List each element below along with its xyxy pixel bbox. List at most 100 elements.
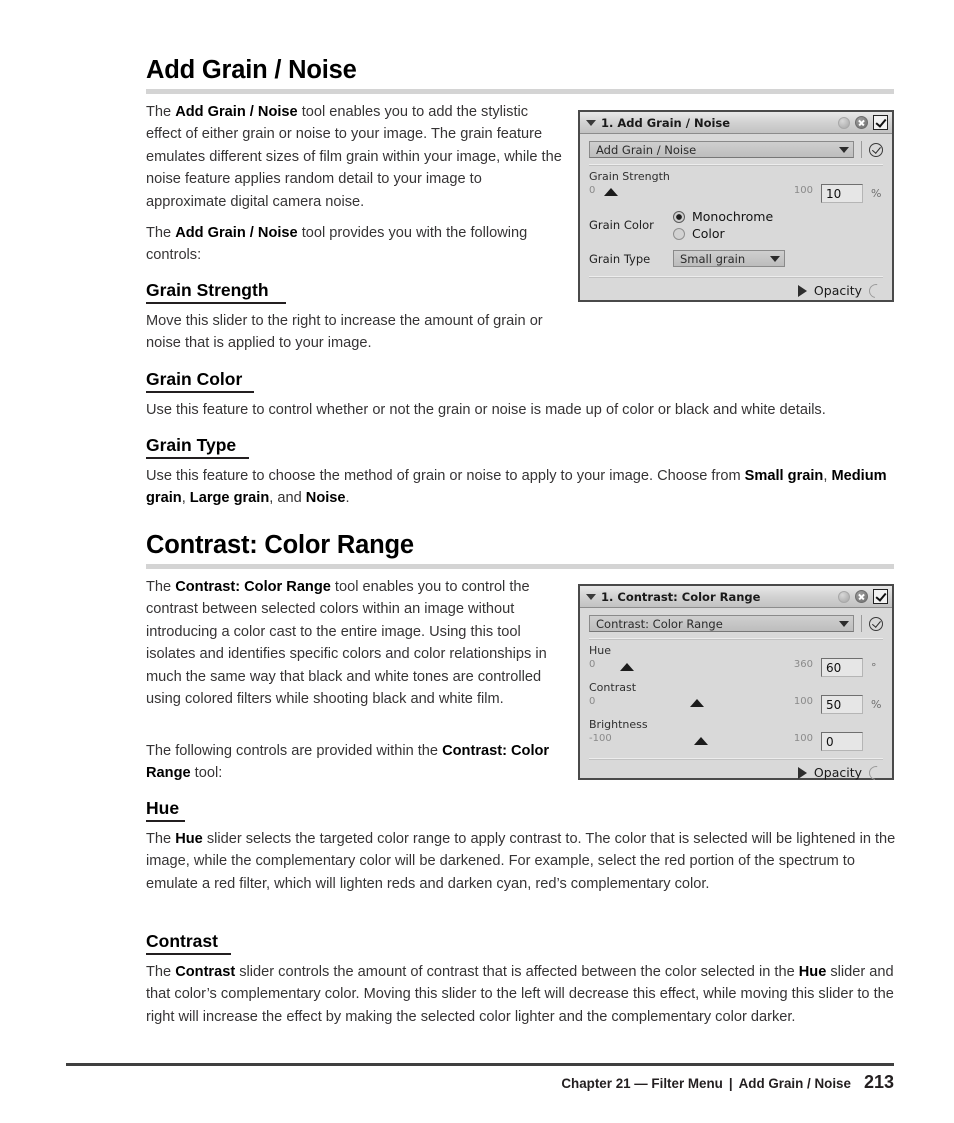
filter-dropdown-value: Contrast: Color Range <box>596 616 723 631</box>
footer-rule <box>66 1063 894 1066</box>
collapse-triangle-icon[interactable] <box>586 593 596 600</box>
grain-type-row: Grain Type Small grain <box>589 250 883 267</box>
grain-color-body: Use this feature to control whether or n… <box>146 402 826 418</box>
panel-header-icons <box>838 115 888 130</box>
grain-strength-label: Grain Strength <box>589 170 670 183</box>
grain-type-value: Small grain <box>680 251 746 266</box>
radio-button-monochrome[interactable] <box>673 210 685 223</box>
divider <box>589 638 883 640</box>
document-page: Add Grain / Noise The Add Grain / Noise … <box>0 0 954 1123</box>
heading-contrast-rule <box>146 953 231 955</box>
filter-dropdown[interactable]: Contrast: Color Range <box>589 615 854 632</box>
divider <box>861 141 862 158</box>
chevron-down-icon <box>770 255 780 262</box>
footer-topic: Add Grain / Noise <box>738 1076 851 1091</box>
grain-intro-paragraph-1: The Add Grain / Noise tool enables you t… <box>146 104 562 210</box>
heading-hue: Hue <box>146 798 180 818</box>
panel-header[interactable]: 1. Add Grain / Noise <box>580 112 892 134</box>
radio-button-color[interactable] <box>673 227 685 240</box>
slider-thumb[interactable] <box>604 188 619 196</box>
filter-selector-row: Contrast: Color Range <box>589 615 883 632</box>
slider-max: 100 <box>793 696 813 707</box>
page-title: Add Grain / Noise <box>146 56 357 84</box>
contrast-slider[interactable]: 0 100 <box>589 695 813 707</box>
grain-strength-unit: % <box>871 187 882 200</box>
heading-contrast: Contrast <box>146 931 218 951</box>
divider <box>589 276 883 278</box>
radio-label-color: Color <box>692 226 725 241</box>
grain-type-dropdown[interactable]: Small grain <box>673 250 785 267</box>
enable-checkbox[interactable] <box>873 589 888 604</box>
contrast-color-range-panel[interactable]: 1. Contrast: Color Range Contrast: Color… <box>578 584 894 783</box>
brightness-slider[interactable]: -100 100 <box>589 732 813 745</box>
radio-option-monochrome[interactable]: Monochrome <box>673 209 773 224</box>
heading-grain-strength: Grain Strength <box>146 280 269 300</box>
delete-icon[interactable] <box>855 590 868 603</box>
expand-triangle-icon[interactable] <box>797 766 807 779</box>
contrast-intro-paragraph-1: The Contrast: Color Range tool enables y… <box>146 579 547 708</box>
slider-ticks: 0 100 <box>589 185 813 196</box>
page-footer: Chapter 21 — Filter Menu | Add Grain / N… <box>561 1072 894 1093</box>
apply-check-icon[interactable] <box>869 616 883 631</box>
hue-slider-block: Hue 0 360 60 ° <box>589 644 883 677</box>
disabled-circle-icon[interactable] <box>838 590 850 603</box>
heading-contrast-color-range: Contrast: Color Range <box>146 531 414 559</box>
enable-checkbox[interactable] <box>873 115 888 130</box>
grain-intro-paragraph-2: The Add Grain / Noise tool provides you … <box>146 225 528 264</box>
hue-slider[interactable]: 0 360 <box>589 658 813 671</box>
grain-strength-input[interactable]: 10 <box>821 184 863 203</box>
expand-triangle-icon[interactable] <box>797 284 807 297</box>
disabled-circle-icon[interactable] <box>838 116 850 129</box>
chevron-down-icon <box>839 146 849 153</box>
contrast-intro-paragraph-2: The following controls are provided with… <box>146 743 550 782</box>
opacity-label: Opacity <box>813 765 862 780</box>
slider-thumb[interactable] <box>620 663 635 671</box>
grain-type-label: Grain Type <box>589 251 651 266</box>
contrast-title-rule <box>146 564 894 569</box>
opacity-label: Opacity <box>813 283 862 298</box>
grain-color-options: Monochrome Color <box>673 209 773 241</box>
heading-grain-color-rule <box>146 391 254 393</box>
apply-check-icon[interactable] <box>869 142 883 157</box>
brightness-input[interactable]: 0 <box>821 732 863 751</box>
heading-hue-rule <box>146 820 185 822</box>
page-number: 213 <box>863 1072 894 1092</box>
slider-thumb[interactable] <box>689 699 704 707</box>
slider-min: -100 <box>589 733 612 744</box>
slider-min: 0 <box>589 185 596 196</box>
heading-grain-strength-rule <box>146 302 286 304</box>
brightness-slider-block: Brightness -100 100 0 <box>589 718 883 751</box>
contrast-input[interactable]: 50 <box>821 695 863 714</box>
slider-thumb[interactable] <box>694 737 708 745</box>
collapse-triangle-icon[interactable] <box>586 119 596 126</box>
grain-color-row: Grain Color Monochrome Color <box>589 209 883 241</box>
opacity-row[interactable]: Opacity <box>589 280 886 302</box>
divider <box>589 164 883 166</box>
contrast-slider-block: Contrast 0 100 50 % <box>589 681 883 714</box>
opacity-dial-icon[interactable] <box>866 280 886 301</box>
footer-separator: | <box>728 1076 733 1091</box>
add-grain-noise-panel[interactable]: 1. Add Grain / Noise Add Grain / Noise G… <box>578 110 894 302</box>
slider-max: 360 <box>793 659 813 670</box>
delete-icon[interactable] <box>855 116 868 129</box>
slider-min: 0 <box>589 659 596 670</box>
grain-color-label: Grain Color <box>589 218 654 232</box>
slider-max: 100 <box>793 185 813 196</box>
grain-strength-slider[interactable]: 0 100 <box>589 184 813 196</box>
panel-header[interactable]: 1. Contrast: Color Range <box>580 586 892 608</box>
opacity-dial-icon[interactable] <box>866 762 886 783</box>
panel-title: 1. Add Grain / Noise <box>601 115 731 130</box>
divider <box>861 615 862 632</box>
opacity-row[interactable]: Opacity <box>589 762 886 784</box>
hue-input[interactable]: 60 <box>821 658 863 677</box>
grain-strength-slider-block: Grain Strength 0 100 10 % <box>589 170 883 203</box>
title-rule <box>146 89 894 94</box>
contrast-body: The Contrast slider controls the amount … <box>146 964 894 1025</box>
radio-label-monochrome: Monochrome <box>692 209 774 224</box>
radio-option-color[interactable]: Color <box>673 226 773 241</box>
contrast-unit: % <box>871 698 882 711</box>
contrast-label: Contrast <box>589 681 637 694</box>
brightness-unit <box>871 732 883 735</box>
panel-body: Add Grain / Noise Grain Strength 0 100 1… <box>580 134 892 302</box>
filter-dropdown[interactable]: Add Grain / Noise <box>589 141 854 158</box>
